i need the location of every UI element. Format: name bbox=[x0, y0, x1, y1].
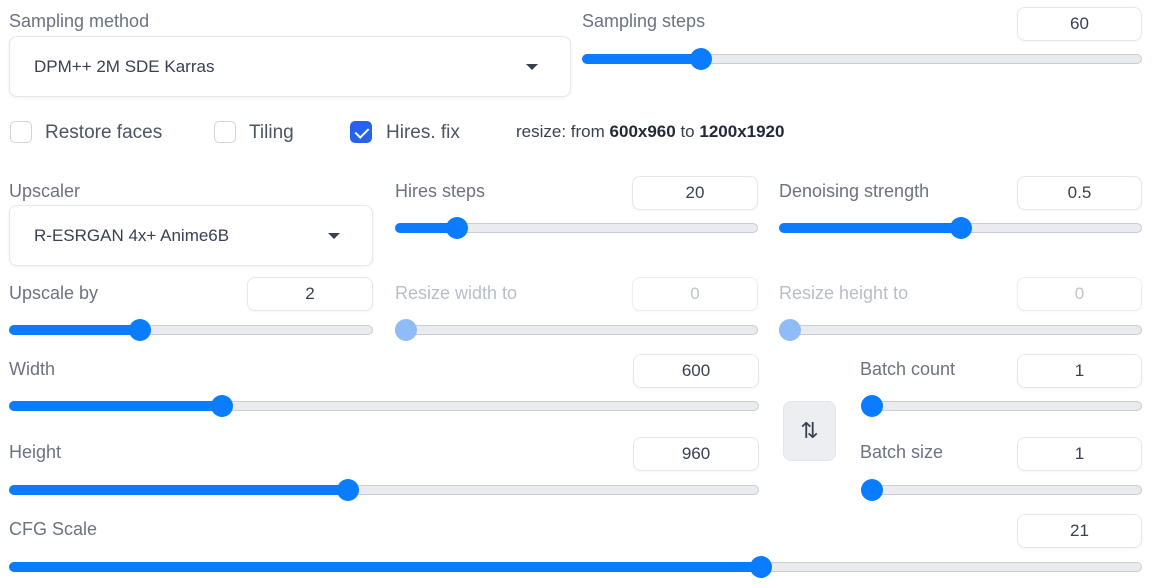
slider-fill bbox=[9, 485, 348, 495]
slider-thumb[interactable] bbox=[211, 395, 234, 417]
upscaler-label: Upscaler bbox=[9, 181, 81, 201]
width-input[interactable]: 600 bbox=[633, 354, 759, 388]
slider-thumb[interactable] bbox=[336, 479, 359, 501]
sampling-method-label: Sampling method bbox=[9, 11, 150, 31]
resize-height-slider bbox=[779, 319, 1142, 341]
upscaler-dropdown[interactable]: R-ESRGAN 4x+ Anime6B bbox=[9, 205, 373, 266]
slider-thumb bbox=[395, 319, 417, 341]
swap-vertical-icon: ⇅ bbox=[800, 418, 819, 443]
hires-fix-label: Hires. fix bbox=[386, 122, 460, 143]
batch-size-input[interactable]: 1 bbox=[1017, 437, 1142, 471]
denoising-strength-label: Denoising strength bbox=[779, 181, 930, 201]
resize-info-text: resize: from 600x960 to 1200x1920 bbox=[516, 121, 784, 143]
upscale-by-slider[interactable] bbox=[9, 319, 373, 341]
hires-steps-slider[interactable] bbox=[395, 217, 758, 239]
restore-faces-label: Restore faces bbox=[45, 122, 163, 143]
hires-steps-input[interactable]: 20 bbox=[632, 176, 758, 210]
slider-thumb[interactable] bbox=[861, 479, 883, 501]
height-slider[interactable] bbox=[9, 479, 759, 501]
upscaler-value: R-ESRGAN 4x+ Anime6B bbox=[34, 225, 230, 245]
slider-fill bbox=[9, 401, 223, 411]
width-slider[interactable] bbox=[9, 395, 759, 417]
slider-thumb[interactable] bbox=[689, 48, 712, 70]
slider-fill bbox=[779, 223, 961, 233]
slider-track bbox=[395, 325, 758, 335]
resize-to: 1200x1920 bbox=[699, 122, 785, 141]
slider-thumb[interactable] bbox=[949, 217, 972, 239]
slider-thumb[interactable] bbox=[446, 217, 469, 239]
sampling-steps-label: Sampling steps bbox=[582, 11, 706, 31]
cfg-scale-input[interactable]: 21 bbox=[1017, 514, 1142, 548]
chevron-down-icon bbox=[328, 232, 340, 239]
batch-count-slider[interactable] bbox=[861, 395, 1142, 417]
width-label: Width bbox=[9, 359, 56, 379]
slider-thumb[interactable] bbox=[128, 319, 151, 341]
upscale-by-label: Upscale by bbox=[9, 283, 99, 303]
resize-width-slider bbox=[395, 319, 758, 341]
resize-to-word: to bbox=[680, 122, 695, 141]
denoising-strength-input[interactable]: 0.5 bbox=[1017, 176, 1142, 210]
slider-track bbox=[861, 485, 1142, 495]
resize-prefix: resize: from bbox=[516, 122, 605, 141]
resize-height-label: Resize height to bbox=[779, 283, 909, 303]
resize-from: 600x960 bbox=[609, 122, 676, 141]
sampling-method-value: DPM++ 2M SDE Karras bbox=[34, 56, 215, 76]
sampling-method-dropdown[interactable]: DPM++ 2M SDE Karras bbox=[9, 36, 571, 97]
swap-dimensions-button[interactable]: ⇅ bbox=[783, 401, 836, 461]
height-input[interactable]: 960 bbox=[633, 437, 759, 471]
height-label: Height bbox=[9, 442, 62, 462]
resize-width-label: Resize width to bbox=[395, 283, 518, 303]
tiling-checkbox[interactable] bbox=[214, 121, 236, 143]
slider-thumb[interactable] bbox=[750, 556, 773, 578]
slider-fill bbox=[9, 325, 140, 335]
batch-size-slider[interactable] bbox=[861, 479, 1142, 501]
tiling-label: Tiling bbox=[249, 122, 294, 143]
slider-fill bbox=[9, 562, 762, 572]
cfg-scale-slider[interactable] bbox=[9, 556, 1142, 578]
hires-steps-label: Hires steps bbox=[395, 181, 486, 201]
batch-count-input[interactable]: 1 bbox=[1017, 354, 1142, 388]
cfg-scale-label: CFG Scale bbox=[9, 519, 98, 539]
slider-thumb[interactable] bbox=[861, 395, 883, 417]
batch-count-label: Batch count bbox=[860, 359, 956, 379]
slider-fill bbox=[582, 54, 701, 64]
slider-track bbox=[861, 401, 1142, 411]
resize-height-input: 0 bbox=[1017, 277, 1142, 311]
resize-width-input: 0 bbox=[632, 277, 758, 311]
upscale-by-input[interactable]: 2 bbox=[247, 277, 373, 311]
sampling-steps-slider[interactable] bbox=[582, 48, 1142, 70]
hires-fix-checkbox[interactable] bbox=[350, 121, 372, 143]
slider-track bbox=[779, 325, 1142, 335]
chevron-down-icon bbox=[526, 63, 538, 70]
restore-faces-checkbox[interactable] bbox=[10, 121, 32, 143]
slider-thumb bbox=[779, 319, 801, 341]
batch-size-label: Batch size bbox=[860, 442, 944, 462]
sampling-steps-input[interactable]: 60 bbox=[1017, 7, 1142, 41]
denoising-strength-slider[interactable] bbox=[779, 217, 1142, 239]
